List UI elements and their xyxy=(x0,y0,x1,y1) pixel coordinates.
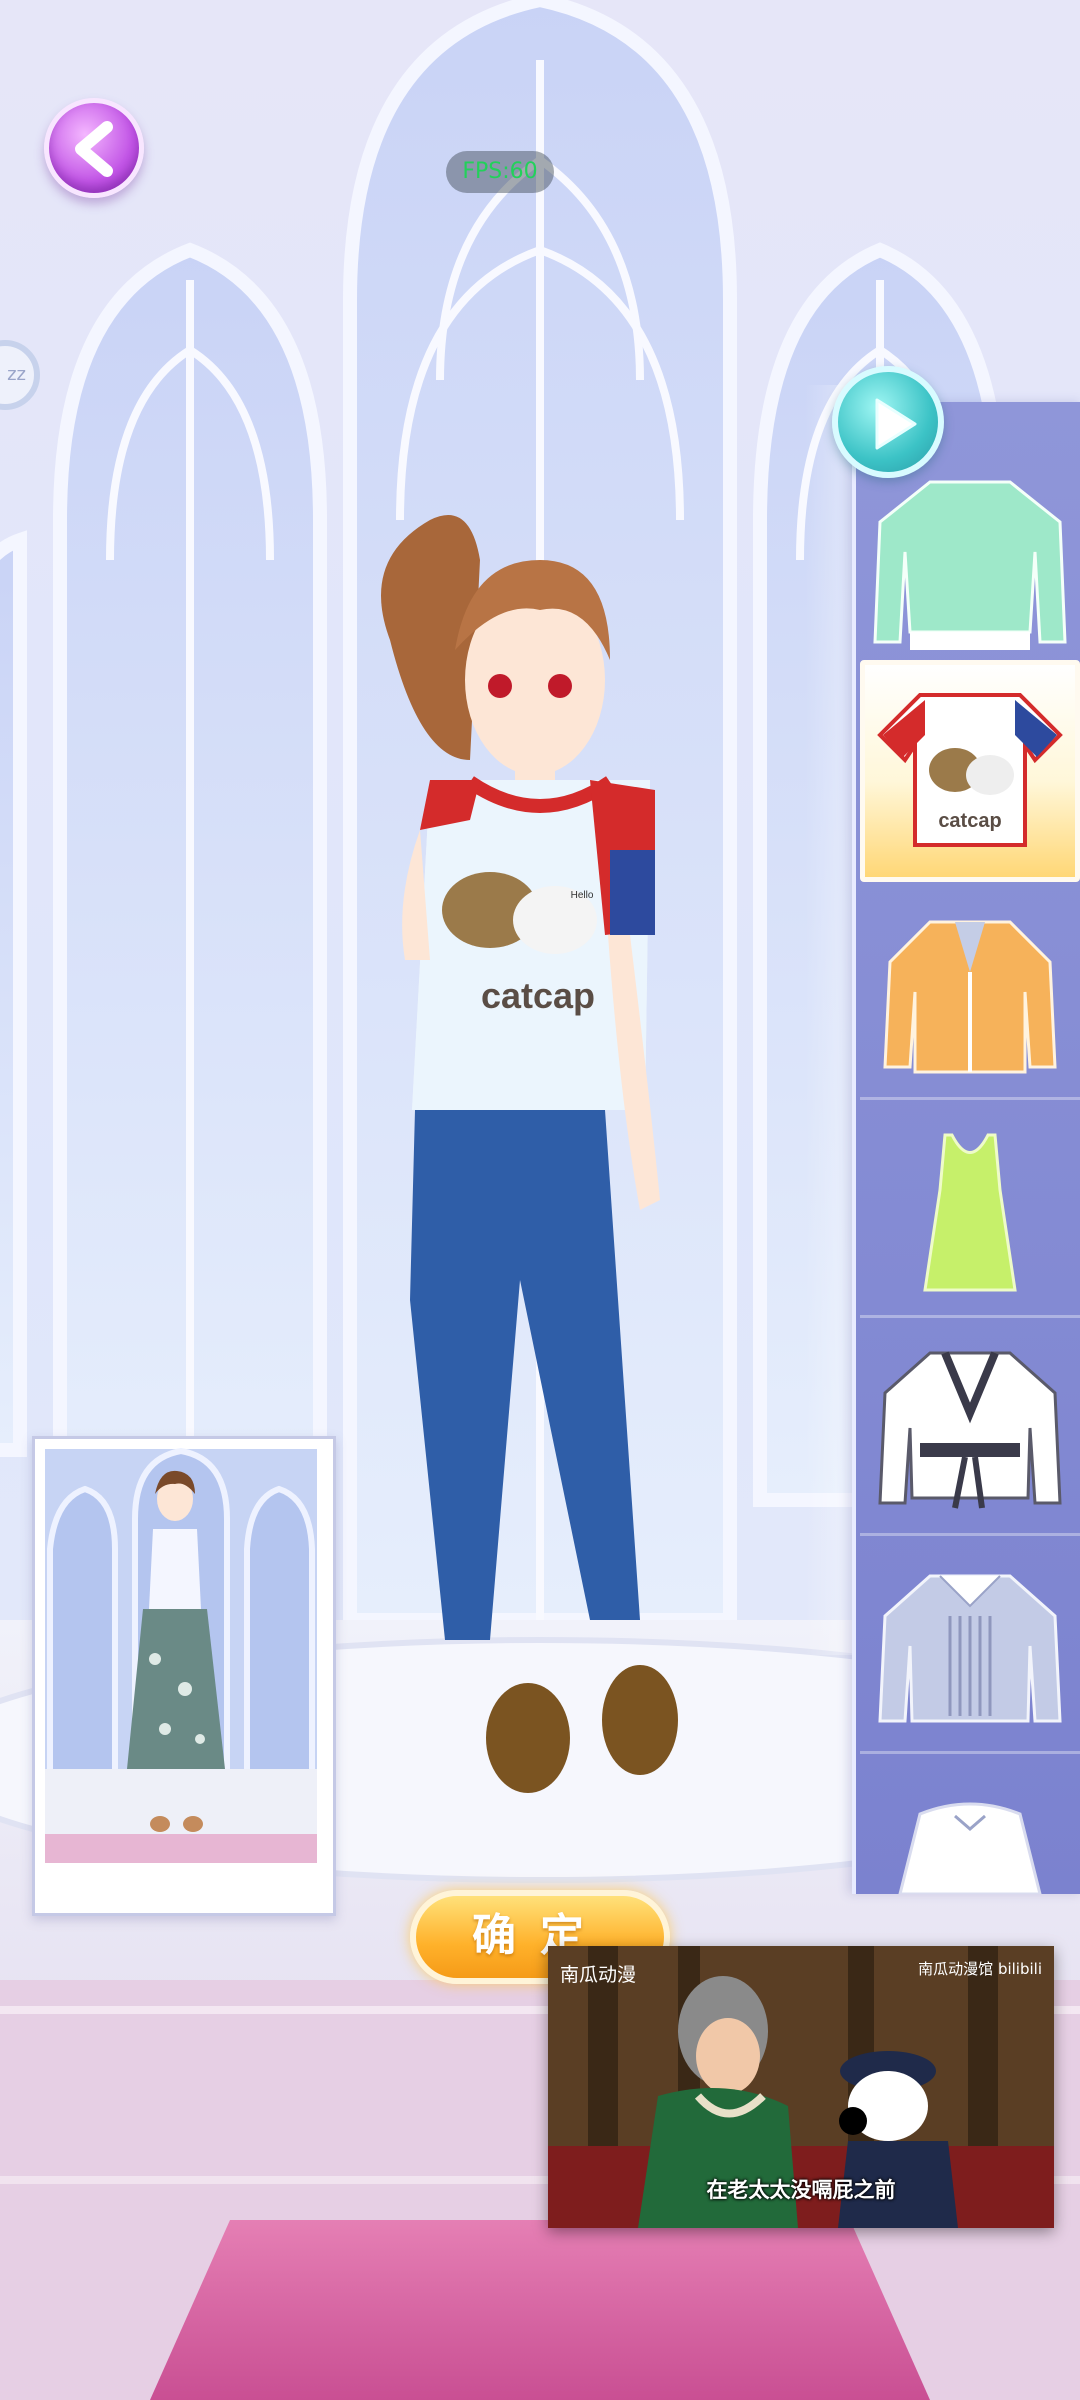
white-jacket-icon xyxy=(878,1351,1062,1509)
striped-shirt-icon xyxy=(878,1574,1062,1723)
shirt-print-text: catcap xyxy=(481,975,595,1016)
catcap-tee-text: catcap xyxy=(938,810,1001,832)
play-icon xyxy=(875,398,917,450)
floating-video-player[interactable]: 南瓜动漫 南瓜动漫馆 bilibili 在老太太没嗝屁之前 xyxy=(548,1946,1054,2228)
white-blouse-icon xyxy=(898,1802,1042,1894)
clothing-item-white-blouse[interactable] xyxy=(860,1754,1080,1894)
chevron-left-icon xyxy=(75,121,113,177)
green-tank-icon xyxy=(923,1133,1017,1292)
video-watermark-left: 南瓜动漫 xyxy=(560,1964,637,1986)
clothing-list-panel[interactable]: catcap xyxy=(852,402,1080,1894)
clothing-item-green-tank[interactable] xyxy=(860,1100,1080,1318)
video-subtitle: 在老太太没嗝屁之前 xyxy=(706,2178,896,2202)
mint-top-icon xyxy=(873,480,1067,650)
shirt-print-small-text: Hello xyxy=(571,890,594,901)
clothing-item-striped-shirt[interactable] xyxy=(860,1536,1080,1754)
back-button[interactable] xyxy=(44,98,144,198)
play-button[interactable] xyxy=(832,366,944,478)
fps-counter: FPS:60 xyxy=(446,151,554,193)
orange-cardigan-icon xyxy=(883,920,1057,1074)
clothing-item-orange-cardigan[interactable] xyxy=(860,882,1080,1100)
video-watermark-right: 南瓜动漫馆 bilibili xyxy=(918,1960,1042,1978)
clothing-item-catcap-tee[interactable]: catcap xyxy=(860,660,1080,882)
clothing-item-mint-top[interactable] xyxy=(860,452,1080,670)
outfit-preview-card[interactable] xyxy=(32,1436,336,1916)
outfit-preview-image xyxy=(45,1447,317,1863)
catcap-tee-icon: catcap xyxy=(877,693,1063,847)
clothing-item-white-jacket[interactable] xyxy=(860,1318,1080,1536)
